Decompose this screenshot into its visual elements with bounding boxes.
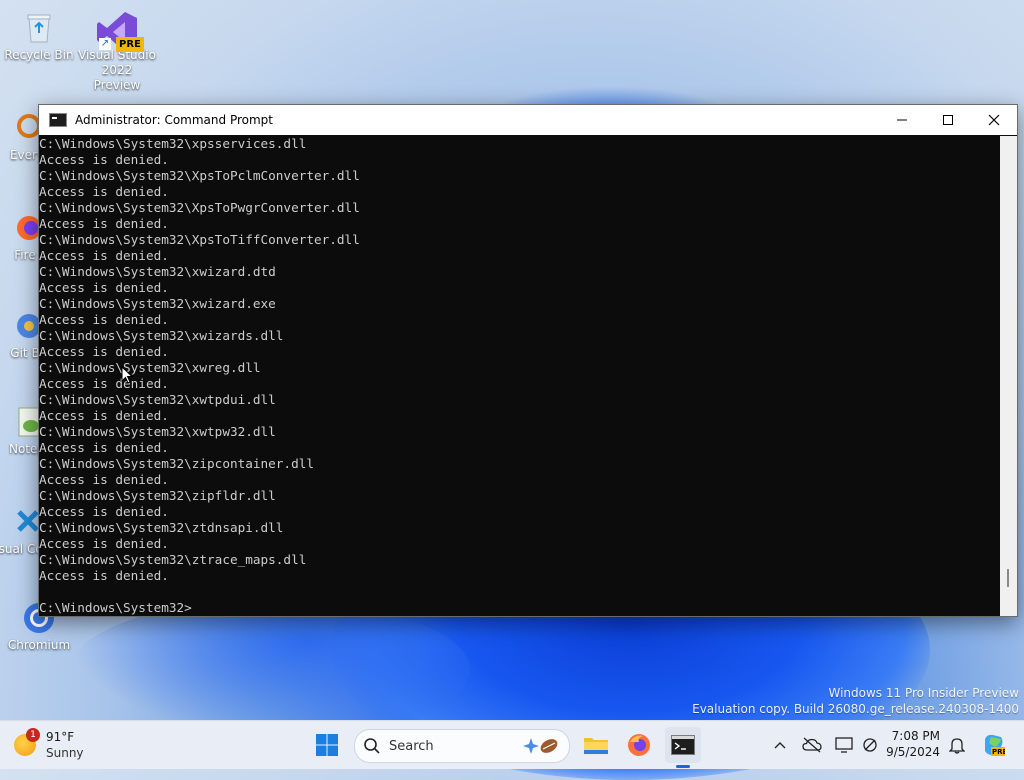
desktop-icon-label: Recycle Bin	[4, 48, 74, 62]
copilot-icon: PRE	[985, 734, 1005, 756]
console-line: Access is denied.	[39, 376, 169, 391]
console-line: Access is denied.	[39, 536, 169, 551]
mouse-cursor-icon	[121, 366, 133, 384]
weather-condition: Sunny	[46, 746, 84, 760]
terminal-taskbar-button[interactable]	[665, 727, 701, 763]
copilot-button[interactable]: PRE	[980, 732, 1006, 758]
console-line: C:\Windows\System32\xwreg.dll	[39, 360, 261, 375]
console-line: C:\Windows\System32\xwtpw32.dll	[39, 424, 276, 439]
console-line: C:\Windows\System32\zipcontainer.dll	[39, 456, 314, 471]
file-explorer-icon	[584, 738, 608, 754]
windows-watermark: Windows 11 Pro Insider Preview Evaluatio…	[692, 685, 1019, 717]
console-line: C:\Windows\System32\xwtpdui.dll	[39, 392, 276, 407]
console-line: C:\Windows\System32>	[39, 600, 192, 615]
console-line: Access is denied.	[39, 472, 169, 487]
taskbar: 1 91°F Sunny Search 7:08 PM 9/5/2024 PRE	[0, 720, 1024, 769]
display-icon	[835, 737, 853, 753]
cloud-off-icon	[802, 737, 822, 753]
command-prompt-window[interactable]: Administrator: Command Prompt C:\Windows…	[38, 104, 1018, 617]
console-line: Access is denied.	[39, 568, 169, 583]
show-hidden-icons-button[interactable]	[768, 733, 792, 757]
console-line: Access is denied.	[39, 408, 169, 423]
console-line: C:\Windows\System32\zipfldr.dll	[39, 488, 276, 503]
search-icon	[364, 738, 380, 754]
console-line: Access is denied.	[39, 216, 169, 231]
firefox-taskbar-button[interactable]	[621, 727, 657, 763]
console-line: Access is denied.	[39, 344, 169, 359]
console-line: C:\Windows\System32\XpsToPwgrConverter.d…	[39, 200, 360, 215]
desktop-icon-recycle-bin[interactable]: Recycle Bin	[0, 6, 78, 63]
window-title: Administrator: Command Prompt	[75, 113, 273, 127]
firefox-icon	[628, 734, 650, 756]
desktop-icon-visual-studio[interactable]: PRE ↗ Visual Studio 2022 Preview	[78, 6, 156, 93]
start-button[interactable]	[309, 727, 345, 763]
title-bar[interactable]: Administrator: Command Prompt	[39, 105, 1017, 135]
console-line: C:\Windows\System32\ztdnsapi.dll	[39, 520, 284, 535]
bell-icon	[949, 738, 965, 754]
recycle-bin-icon	[21, 10, 57, 46]
scroll-thumb[interactable]	[1007, 569, 1009, 587]
console-line: C:\Windows\System32\xwizards.dll	[39, 328, 284, 343]
desktop-icon-label: Chromium	[7, 638, 71, 652]
network-icon	[863, 738, 877, 752]
console-output[interactable]: C:\Windows\System32\xpsservices.dll Acce…	[39, 136, 999, 616]
console-line: C:\Windows\System32\ztrace_maps.dll	[39, 552, 307, 567]
sun-icon: 1	[14, 728, 40, 756]
network-tray-button[interactable]	[858, 733, 882, 757]
console-line: C:\Windows\System32\xwizard.dtd	[39, 264, 276, 279]
cmd-app-icon	[49, 113, 67, 127]
start-icon	[316, 734, 338, 756]
svg-text:PRE: PRE	[992, 748, 1005, 756]
console-line: Access is denied.	[39, 248, 169, 263]
visual-studio-icon: PRE ↗	[97, 10, 144, 52]
display-tray-button[interactable]	[832, 733, 856, 757]
console-line: Access is denied.	[39, 280, 169, 295]
maximize-button[interactable]	[925, 105, 971, 135]
search-placeholder: Search	[389, 738, 434, 754]
console-line: C:\Windows\System32\xwizard.exe	[39, 296, 276, 311]
minimize-button[interactable]	[879, 105, 925, 135]
wallpaper-bloom	[70, 600, 470, 740]
file-explorer-button[interactable]	[578, 727, 614, 763]
desktop-icon-label: Visual Studio 2022 Preview	[78, 48, 156, 92]
weather-temp: 91°F	[46, 730, 75, 744]
pre-badge: PRE	[116, 37, 144, 52]
close-button[interactable]	[971, 105, 1017, 135]
chevron-up-icon	[774, 742, 786, 749]
maximize-icon	[943, 115, 953, 125]
system-clock[interactable]: 7:08 PM 9/5/2024	[886, 728, 940, 760]
onedrive-tray-button[interactable]	[800, 733, 824, 757]
watermark-build: Evaluation copy. Build 26080.ge_release.…	[692, 702, 1019, 716]
console-line: C:\Windows\System32\XpsToTiffConverter.d…	[39, 232, 360, 247]
vertical-scrollbar[interactable]	[1000, 136, 1017, 616]
weather-widget[interactable]: 1 91°F Sunny	[14, 725, 84, 765]
search-highlight-icon	[523, 738, 558, 754]
shortcut-arrow-icon: ↗	[99, 38, 111, 50]
close-icon	[988, 114, 1000, 126]
notifications-button[interactable]	[945, 733, 969, 757]
console-line: Access is denied.	[39, 184, 169, 199]
console-line: Access is denied.	[39, 504, 169, 519]
notification-badge: 1	[26, 728, 40, 742]
minimize-icon	[897, 119, 907, 121]
console-line: Access is denied.	[39, 152, 169, 167]
watermark-edition: Windows 11 Pro Insider Preview	[828, 686, 1019, 700]
console-line: C:\Windows\System32\xpsservices.dll	[39, 136, 307, 151]
clock-time: 7:08 PM	[891, 729, 940, 743]
console-line: Access is denied.	[39, 312, 169, 327]
console-line: C:\Windows\System32\XpsToPclmConverter.d…	[39, 168, 360, 183]
console-line: Access is denied.	[39, 440, 169, 455]
clock-date: 9/5/2024	[886, 745, 940, 759]
terminal-icon	[671, 735, 695, 755]
taskbar-search[interactable]: Search	[354, 729, 570, 763]
